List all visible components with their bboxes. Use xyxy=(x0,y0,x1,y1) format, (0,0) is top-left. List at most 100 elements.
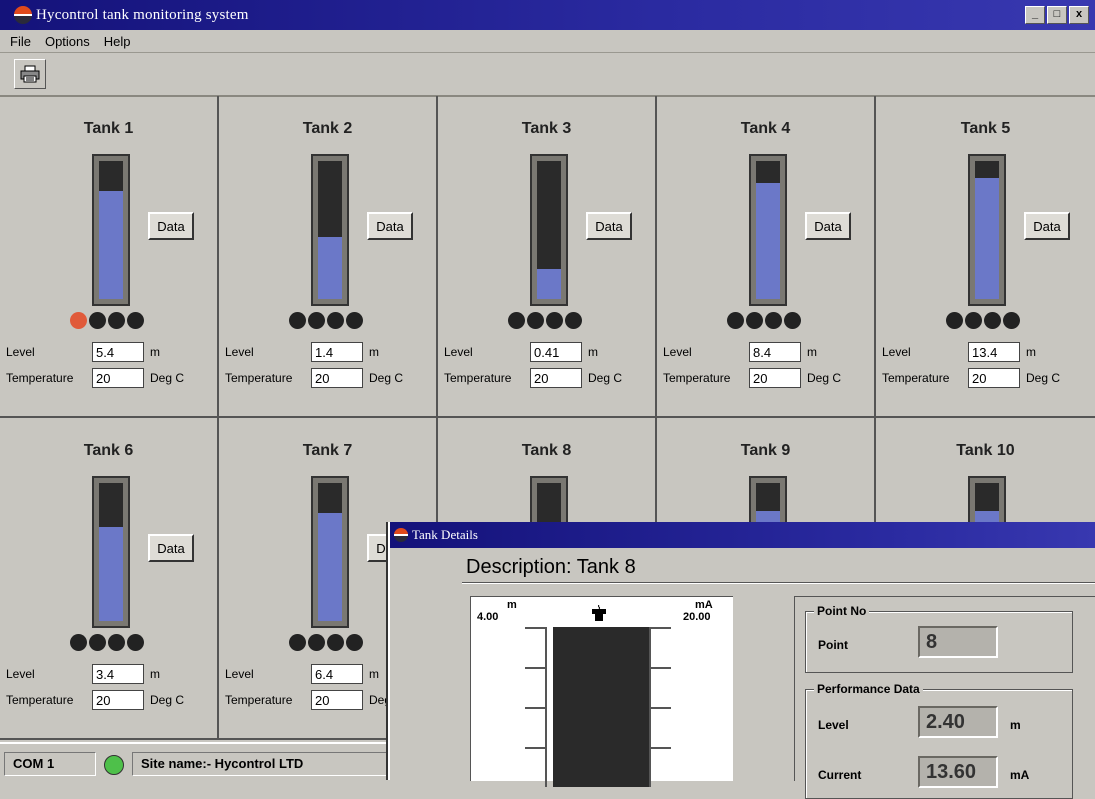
temperature-input[interactable]: 20 xyxy=(968,368,1020,388)
level-label: Level xyxy=(6,345,35,359)
scale-left-value: 4.00 xyxy=(477,611,499,623)
alarm-led-icon xyxy=(327,312,344,329)
details-title-bar: Tank Details xyxy=(390,522,1095,548)
level-label: Level xyxy=(663,345,692,359)
level-unit: m xyxy=(150,667,160,681)
temperature-unit: Deg C xyxy=(1026,371,1061,385)
alarm-indicators xyxy=(289,634,363,651)
level-input[interactable]: 5.4 xyxy=(92,342,144,362)
alarm-led-icon xyxy=(746,312,763,329)
alarm-led-icon xyxy=(946,312,963,329)
alarm-led-icon xyxy=(327,634,344,651)
left-scale-ticks xyxy=(525,627,547,787)
minimize-button[interactable]: _ xyxy=(1025,6,1045,24)
alarm-led-icon xyxy=(308,312,325,329)
tank-level-fill xyxy=(99,527,123,621)
current-readout: 13.60 xyxy=(918,756,998,788)
level-input[interactable]: 6.4 xyxy=(311,664,363,684)
temperature-unit: Deg C xyxy=(807,371,842,385)
alarm-led-icon xyxy=(346,312,363,329)
temperature-label: Temperature xyxy=(882,371,950,385)
tank-level-fill xyxy=(756,183,780,299)
level-label: Level xyxy=(225,345,254,359)
level-input[interactable]: 0.41 xyxy=(530,342,582,362)
level-sensor-icon xyxy=(592,605,606,621)
toolbar xyxy=(0,52,1095,97)
details-info-panel: Point No Point 8 Performance Data Level … xyxy=(794,596,1095,799)
tank-panel: Tank 2 Data Level 1.4 m Temperature 20 De… xyxy=(219,96,438,418)
point-readout: 8 xyxy=(918,626,998,658)
app-logo-icon xyxy=(14,6,32,24)
alarm-led-icon xyxy=(108,634,125,651)
maximize-button[interactable]: □ xyxy=(1047,6,1067,24)
menu-help[interactable]: Help xyxy=(104,34,131,49)
level-unit: m xyxy=(369,345,379,359)
data-button[interactable]: Data xyxy=(586,212,632,240)
temperature-input[interactable]: 20 xyxy=(749,368,801,388)
print-button[interactable] xyxy=(14,59,46,89)
temperature-input[interactable]: 20 xyxy=(92,690,144,710)
level-row: Level 6.4 m xyxy=(225,664,379,684)
menu-file[interactable]: File xyxy=(10,34,31,49)
point-group-legend: Point No xyxy=(814,604,870,618)
temperature-row: Temperature 20 Deg C xyxy=(6,368,184,388)
tank-panel: Tank 1 Data Level 5.4 m Temperature 20 De… xyxy=(0,96,219,418)
point-label: Point xyxy=(818,638,848,652)
alarm-led-icon xyxy=(289,634,306,651)
alarm-indicators xyxy=(946,312,1020,329)
level-row: Level 0.41 m xyxy=(444,342,598,362)
level-unit: m xyxy=(1010,718,1021,732)
alarm-led-icon xyxy=(1003,312,1020,329)
level-label: Level xyxy=(6,667,35,681)
level-label: Level xyxy=(225,667,254,681)
details-title: Tank Details xyxy=(412,527,478,542)
alarm-led-icon xyxy=(727,312,744,329)
temperature-label: Temperature xyxy=(444,371,512,385)
data-button[interactable]: Data xyxy=(1024,212,1070,240)
temperature-row: Temperature 20 Deg C xyxy=(225,368,403,388)
tank-level-gauge xyxy=(749,154,787,306)
scale-left-unit: m xyxy=(507,599,517,611)
temperature-unit: Deg C xyxy=(588,371,623,385)
menu-options[interactable]: Options xyxy=(45,34,90,49)
alarm-indicators xyxy=(289,312,363,329)
level-input[interactable]: 1.4 xyxy=(311,342,363,362)
tank-title: Tank 8 xyxy=(521,442,572,459)
data-button[interactable]: Data xyxy=(148,212,194,240)
alarm-indicators xyxy=(70,312,144,329)
close-button[interactable]: x xyxy=(1069,6,1089,24)
level-input[interactable]: 13.4 xyxy=(968,342,1020,362)
tank-panel: Tank 3 Data Level 0.41 m Temperature 20 D… xyxy=(438,96,657,418)
level-label: Level xyxy=(818,718,849,732)
temperature-input[interactable]: 20 xyxy=(530,368,582,388)
temperature-label: Temperature xyxy=(6,693,74,707)
level-row: Level 5.4 m xyxy=(6,342,160,362)
tank-title: Tank 6 xyxy=(83,442,134,459)
temperature-input[interactable]: 20 xyxy=(311,690,363,710)
printer-icon xyxy=(20,65,40,83)
alarm-led-icon xyxy=(70,634,87,651)
temperature-row: Temperature 20 Deg C xyxy=(663,368,841,388)
temperature-label: Temperature xyxy=(225,693,293,707)
alarm-indicators xyxy=(727,312,801,329)
menu-bar: File Options Help xyxy=(0,30,1095,52)
tank-title: Tank 1 xyxy=(83,120,134,137)
point-group: Point No Point 8 xyxy=(805,604,1073,673)
level-input[interactable]: 3.4 xyxy=(92,664,144,684)
performance-group-legend: Performance Data xyxy=(814,682,923,696)
alarm-led-icon xyxy=(565,312,582,329)
tank-level-gauge xyxy=(311,476,349,628)
tank-level-fill xyxy=(975,178,999,299)
data-button[interactable]: Data xyxy=(367,212,413,240)
alarm-led-icon xyxy=(546,312,563,329)
data-button[interactable]: Data xyxy=(148,534,194,562)
level-input[interactable]: 8.4 xyxy=(749,342,801,362)
tank-title: Tank 4 xyxy=(740,120,791,137)
connection-indicator-icon xyxy=(104,755,124,775)
temperature-input[interactable]: 20 xyxy=(92,368,144,388)
temperature-label: Temperature xyxy=(225,371,293,385)
tank-title: Tank 7 xyxy=(302,442,353,459)
data-button[interactable]: Data xyxy=(805,212,851,240)
alarm-led-icon xyxy=(346,634,363,651)
temperature-input[interactable]: 20 xyxy=(311,368,363,388)
